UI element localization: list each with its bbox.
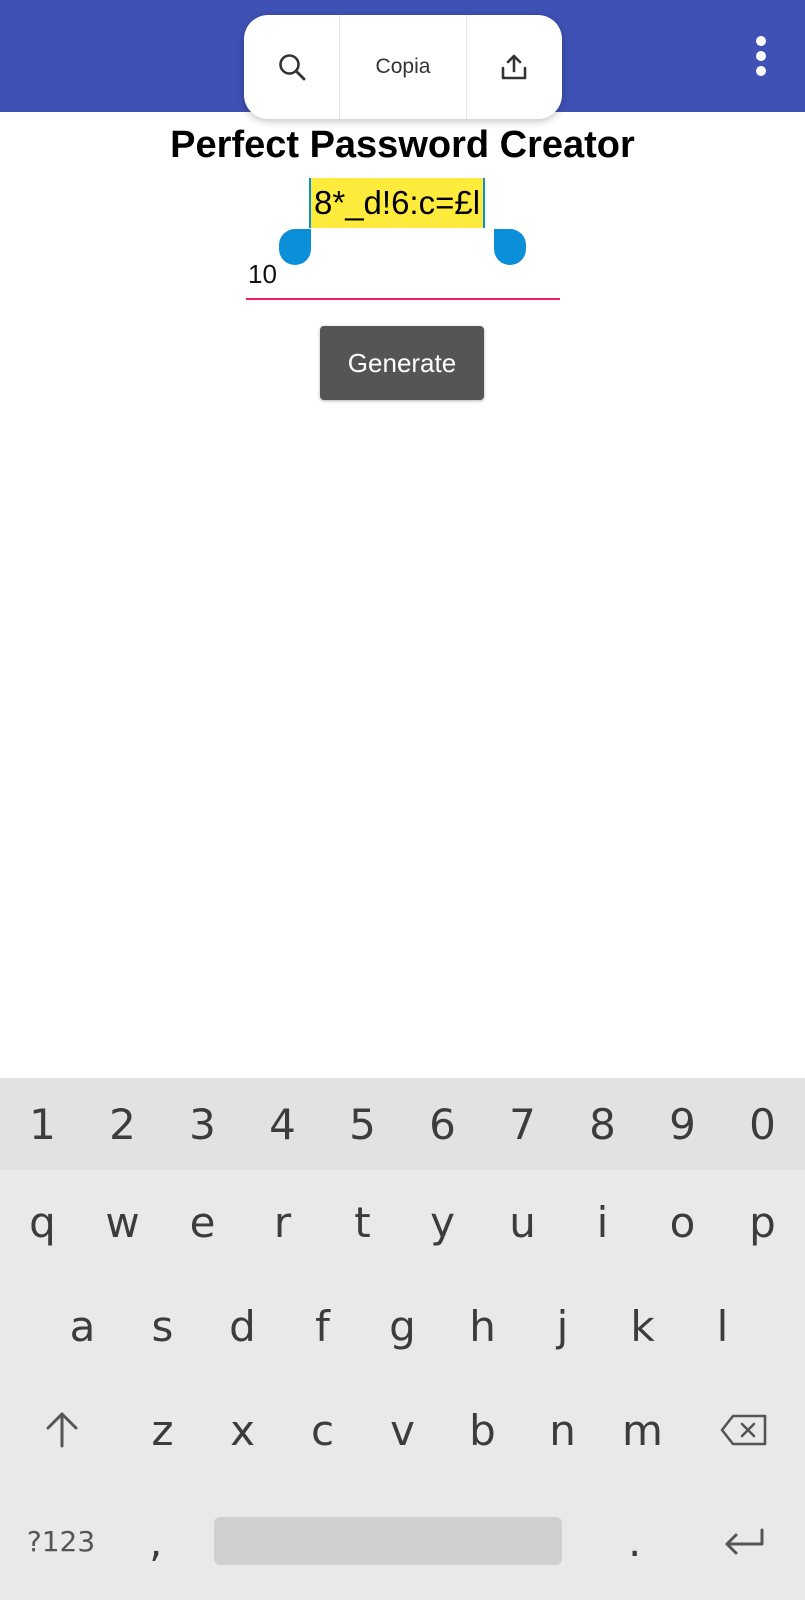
key-g[interactable]: g [363, 1274, 443, 1378]
more-vert-icon[interactable] [751, 36, 771, 76]
search-icon [278, 54, 306, 81]
key-o[interactable]: o [643, 1170, 723, 1274]
key-6[interactable]: 6 [403, 1078, 483, 1170]
key-p[interactable]: p [723, 1170, 803, 1274]
text-selection-toolbar: Copia [244, 15, 562, 119]
search-button[interactable] [244, 15, 341, 119]
key-i[interactable]: i [563, 1170, 643, 1274]
shift-key[interactable] [1, 1378, 123, 1482]
keyboard-number-row: 1 2 3 4 5 6 7 8 9 0 [0, 1078, 805, 1170]
key-5[interactable]: 5 [323, 1078, 403, 1170]
share-button[interactable] [467, 15, 562, 119]
keyboard-row-1: q w e r t y u i o p [0, 1170, 805, 1274]
backspace-key[interactable] [683, 1378, 805, 1482]
space-bar[interactable] [213, 1517, 563, 1565]
copy-button[interactable]: Copia [340, 15, 467, 119]
enter-icon [725, 1528, 764, 1555]
enter-key[interactable] [683, 1482, 805, 1600]
key-y[interactable]: y [403, 1170, 483, 1274]
key-b[interactable]: b [443, 1378, 523, 1482]
on-screen-keyboard: 1 2 3 4 5 6 7 8 9 0 q w e r t y u i o p … [0, 1078, 805, 1600]
key-f[interactable]: f [283, 1274, 363, 1378]
keyboard-row-2: a s d f g h j k l [0, 1274, 805, 1378]
key-h[interactable]: h [443, 1274, 523, 1378]
key-e[interactable]: e [163, 1170, 243, 1274]
key-0[interactable]: 0 [723, 1078, 803, 1170]
generated-password-text[interactable]: 8*_d!6:c=£l [309, 178, 486, 228]
key-d[interactable]: d [203, 1274, 283, 1378]
backspace-icon [720, 1414, 766, 1446]
page-title: Perfect Password Creator [170, 124, 635, 166]
key-4[interactable]: 4 [243, 1078, 323, 1170]
key-u[interactable]: u [483, 1170, 563, 1274]
key-r[interactable]: r [243, 1170, 323, 1274]
key-x[interactable]: x [203, 1378, 283, 1482]
key-l[interactable]: l [683, 1274, 763, 1378]
key-8[interactable]: 8 [563, 1078, 643, 1170]
key-v[interactable]: v [363, 1378, 443, 1482]
keyboard-row-4: ?123 , . [0, 1482, 805, 1600]
key-9[interactable]: 9 [643, 1078, 723, 1170]
key-3[interactable]: 3 [163, 1078, 243, 1170]
key-2[interactable]: 2 [83, 1078, 163, 1170]
shift-arrow-icon [46, 1412, 77, 1448]
generate-button[interactable]: Generate [320, 326, 484, 400]
share-icon [501, 54, 527, 80]
key-k[interactable]: k [603, 1274, 683, 1378]
keyboard-row-3: z x c v b n m [0, 1378, 805, 1482]
password-length-input[interactable]: 10 [246, 252, 560, 300]
copy-label: Copia [375, 55, 431, 78]
key-1[interactable]: 1 [3, 1078, 83, 1170]
key-t[interactable]: t [323, 1170, 403, 1274]
key-w[interactable]: w [83, 1170, 163, 1274]
comma-key[interactable]: , [122, 1482, 190, 1600]
key-n[interactable]: n [523, 1378, 603, 1482]
key-q[interactable]: q [3, 1170, 83, 1274]
period-key[interactable]: . [586, 1482, 683, 1600]
key-j[interactable]: j [523, 1274, 603, 1378]
key-z[interactable]: z [123, 1378, 203, 1482]
key-a[interactable]: a [43, 1274, 123, 1378]
key-7[interactable]: 7 [483, 1078, 563, 1170]
key-c[interactable]: c [283, 1378, 363, 1482]
key-s[interactable]: s [123, 1274, 203, 1378]
key-m[interactable]: m [603, 1378, 683, 1482]
symbols-key[interactable]: ?123 [0, 1482, 122, 1600]
